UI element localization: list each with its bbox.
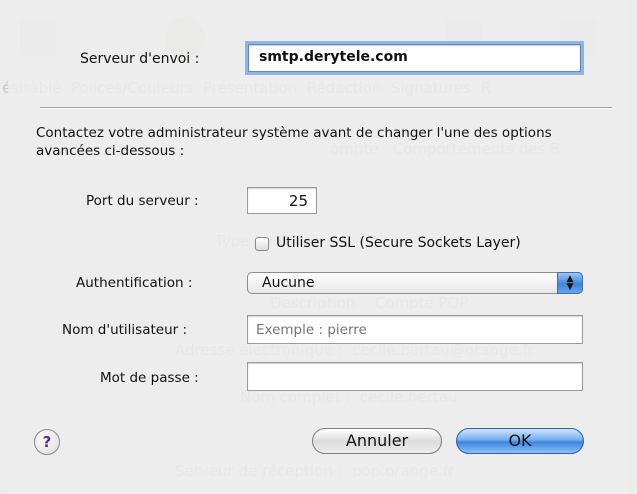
cancel-button[interactable]: Annuler — [312, 428, 442, 454]
authentication-label: Authentification : — [76, 275, 193, 291]
password-label: Mot de passe : — [100, 370, 199, 386]
smtp-server-field[interactable]: smtp.derytele.com — [248, 44, 581, 72]
popup-arrows-icon: ▲ ▼ — [557, 272, 583, 294]
ok-button[interactable]: OK — [456, 428, 584, 454]
help-button[interactable]: ? — [34, 429, 60, 455]
advanced-options-notice: Contactez votre administrateur système a… — [36, 125, 552, 159]
username-field[interactable] — [247, 315, 583, 344]
smtp-server-dialog: Serveur d'envoi : smtp.derytele.com Cont… — [8, 0, 628, 494]
separator — [40, 107, 612, 109]
authentication-value: Aucune — [262, 275, 315, 291]
ssl-checkbox[interactable] — [255, 237, 269, 251]
port-label: Port du serveur : — [86, 193, 199, 209]
smtp-server-label: Serveur d'envoi : — [80, 51, 200, 67]
authentication-popup[interactable]: Aucune ▲ ▼ — [247, 272, 583, 294]
password-field[interactable] — [247, 362, 583, 391]
ssl-label[interactable]: Utiliser SSL (Secure Sockets Layer) — [276, 235, 521, 251]
username-label: Nom d'utilisateur : — [62, 322, 188, 338]
port-field[interactable]: 25 — [247, 187, 317, 214]
